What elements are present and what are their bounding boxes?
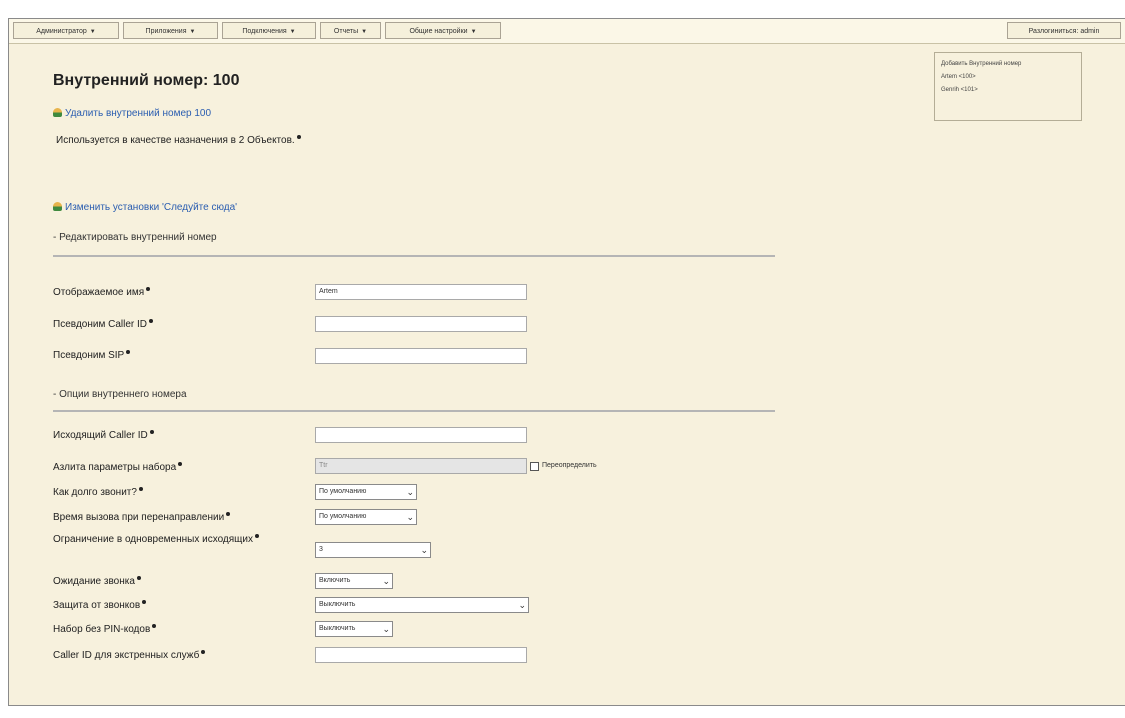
help-icon[interactable] <box>149 430 154 434</box>
menu-settings[interactable]: Общие настройки ▼ <box>385 22 501 39</box>
section-divider <box>53 410 775 412</box>
call-screening-select[interactable]: Выключить ⌄ <box>315 597 529 613</box>
app-frame: Администратор ▼ Приложения ▼ Подключения ▼ … <box>8 18 1125 706</box>
dial-params-label: Азлита параметры набора <box>53 462 183 473</box>
outbound-cid-label: Исходящий Caller ID <box>53 430 154 441</box>
dial-params-input: Ttr <box>315 458 527 474</box>
pinless-dialing-value: Выключить <box>319 625 356 632</box>
help-icon[interactable] <box>152 624 157 628</box>
help-icon[interactable] <box>296 135 301 139</box>
add-extension-link[interactable]: Добавить Внутренний номер <box>941 58 1075 71</box>
section-edit-extension: - Редактировать внутренний номер <box>53 232 217 243</box>
page-title: Внутренний номер: 100 <box>53 72 240 89</box>
chevron-down-icon: ⌄ <box>420 545 428 555</box>
top-menu-bar: Администратор ▼ Приложения ▼ Подключения ▼ … <box>9 19 1125 44</box>
user-icon <box>53 202 62 211</box>
menu-connectivity-label: Подключения <box>242 28 287 35</box>
user-icon <box>53 108 62 117</box>
call-waiting-label: Ожидание звонка <box>53 576 141 587</box>
sip-alias-input[interactable] <box>315 348 527 364</box>
help-icon[interactable] <box>146 287 151 291</box>
menu-applications[interactable]: Приложения ▼ <box>123 22 218 39</box>
callerid-alias-label: Псевдоним Caller ID <box>53 319 154 330</box>
chevron-down-icon: ▼ <box>470 29 477 35</box>
help-icon[interactable] <box>201 650 206 654</box>
help-icon[interactable] <box>136 576 141 580</box>
menu-admin-label: Администратор <box>36 28 87 35</box>
outbound-limit-label: Ограничение в одновременных исходящих <box>53 534 263 545</box>
menu-connectivity[interactable]: Подключения ▼ <box>222 22 316 39</box>
sidebar-extension-item[interactable]: Genrih <101> <box>941 84 1075 97</box>
usage-info: Используется в качестве назначения в 2 О… <box>56 135 301 146</box>
display-name-label: Отображаемое имя <box>53 287 151 298</box>
help-icon[interactable] <box>126 350 131 354</box>
override-checkbox[interactable] <box>530 462 539 471</box>
sip-alias-label: Псевдоним SIP <box>53 350 131 361</box>
change-followme-label: Изменить установки 'Следуйте сюда' <box>65 202 238 213</box>
chevron-down-icon: ⌄ <box>382 576 390 586</box>
outbound-limit-select[interactable]: 3 ⌄ <box>315 542 431 558</box>
menu-settings-label: Общие настройки <box>409 28 468 35</box>
pinless-dialing-select[interactable]: Выключить ⌄ <box>315 621 393 637</box>
extension-sidebar: Добавить Внутренний номер Artem <100> Ge… <box>934 52 1082 121</box>
callerid-alias-input[interactable] <box>315 316 527 332</box>
chevron-down-icon: ⌄ <box>382 624 390 634</box>
call-waiting-select[interactable]: Включить ⌄ <box>315 573 393 589</box>
override-label: Переопределить <box>542 462 597 469</box>
chevron-down-icon: ⌄ <box>406 512 414 522</box>
change-followme-link[interactable]: Изменить установки 'Следуйте сюда' <box>53 202 237 213</box>
emergency-cid-input[interactable] <box>315 647 527 663</box>
display-name-input[interactable]: Artem <box>315 284 527 300</box>
ring-time-value: По умолчанию <box>319 488 367 495</box>
menu-reports[interactable]: Отчеты ▼ <box>320 22 381 39</box>
outbound-limit-value: 3 <box>319 546 323 553</box>
chevron-down-icon: ▼ <box>89 29 96 35</box>
emergency-cid-label: Caller ID для экстренных служб <box>53 650 206 661</box>
ring-time-select[interactable]: По умолчанию ⌄ <box>315 484 417 500</box>
pinless-dialing-label: Набор без PIN-кодов <box>53 624 157 635</box>
chevron-down-icon: ⌄ <box>518 600 526 610</box>
help-icon[interactable] <box>138 487 143 491</box>
chevron-down-icon: ▼ <box>189 29 196 35</box>
chevron-down-icon: ▼ <box>361 29 368 35</box>
chevron-down-icon: ▼ <box>289 29 296 35</box>
logout-button[interactable]: Разлогиниться: admin <box>1007 22 1121 39</box>
call-screening-label: Защита от звонков <box>53 600 147 611</box>
ring-time-label: Как долго звонит? <box>53 487 143 498</box>
delete-extension-link[interactable]: Удалить внутренний номер 100 <box>53 108 211 119</box>
chevron-down-icon: ⌄ <box>406 487 414 497</box>
call-screening-value: Выключить <box>319 601 356 608</box>
outbound-cid-input[interactable] <box>315 427 527 443</box>
call-waiting-value: Включить <box>319 577 351 584</box>
help-icon[interactable] <box>149 319 154 323</box>
sidebar-extension-item[interactable]: Artem <100> <box>941 71 1075 84</box>
forward-ring-time-select[interactable]: По умолчанию ⌄ <box>315 509 417 525</box>
delete-extension-label: Удалить внутренний номер 100 <box>65 108 212 119</box>
help-icon[interactable] <box>255 534 259 538</box>
forward-ring-time-value: По умолчанию <box>319 513 367 520</box>
usage-info-text: Используется в качестве назначения в 2 О… <box>56 135 295 146</box>
help-icon[interactable] <box>226 512 231 516</box>
menu-reports-label: Отчеты <box>333 28 359 35</box>
forward-ring-time-label: Время вызова при перенаправлении <box>53 512 231 523</box>
help-icon[interactable] <box>142 600 147 604</box>
help-icon[interactable] <box>178 462 183 466</box>
section-divider <box>53 255 775 257</box>
menu-applications-label: Приложения <box>145 28 187 35</box>
menu-admin[interactable]: Администратор ▼ <box>13 22 119 39</box>
section-extension-options: - Опции внутреннего номера <box>53 389 187 400</box>
